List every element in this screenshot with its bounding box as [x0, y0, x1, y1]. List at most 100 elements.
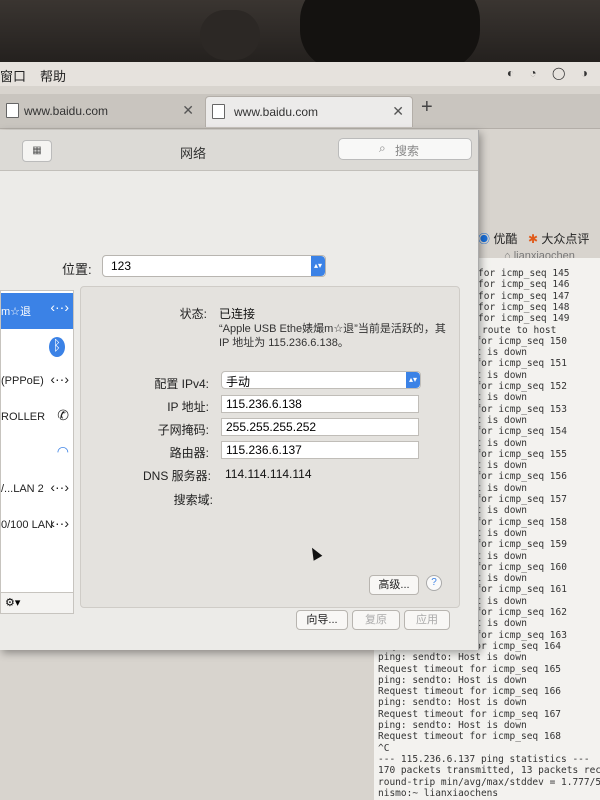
router-label: 路由器:: [169, 446, 209, 460]
menu-item-window[interactable]: 窗口: [0, 66, 26, 85]
terminal-line: t for icmp_seq 157: [464, 494, 567, 505]
terminal-line: t for icmp_seq 154: [464, 426, 567, 438]
service-label: m☆退: [1, 306, 32, 318]
search-domain-label: 搜索域:: [173, 493, 213, 507]
detail-panel: 状态: 已连接 “Apple USB Ethe婊熶m☆退”当前是活跃的，其 IP…: [80, 286, 460, 608]
revert-button[interactable]: 复原: [352, 610, 400, 630]
configure-label: 配置 IPv4:: [154, 377, 209, 391]
router-field[interactable]: 115.236.6.137: [221, 441, 419, 459]
new-tab-plus-icon[interactable]: +: [421, 96, 433, 119]
tab-label: www.baidu.com: [24, 104, 109, 118]
search-placeholder: 搜索: [395, 144, 420, 158]
terminal-line: Request timeout for icmp_seq 165: [378, 663, 562, 675]
status-description: “Apple USB Ethe婊熶m☆退”当前是活跃的，其 IP 地址为 115…: [219, 322, 449, 350]
advanced-button[interactable]: 高级...: [369, 575, 419, 595]
terminal-line: --- 115.236.6.137 ping statistics ---: [378, 753, 590, 765]
wifi-icon: ◠: [56, 443, 69, 459]
terminal-line: round-trip min/avg/max/stddev = 1.777/53…: [378, 776, 600, 788]
configure-select[interactable]: 手动 ▴▾: [221, 371, 421, 389]
bookmark-dazhong[interactable]: ✱ 大众点评: [528, 230, 589, 247]
subnet-label: 子网掩码:: [157, 423, 209, 437]
terminal-line: t for icmp_seq 163: [464, 629, 567, 641]
page-icon: [212, 104, 225, 119]
service-actions: ⚙▾: [0, 592, 74, 614]
terminal-line: t for icmp_seq 162: [464, 607, 567, 618]
status-label: 状态:: [179, 307, 207, 321]
terminal-line: t for icmp_seq 155: [464, 448, 567, 460]
gear-icon[interactable]: ⚙▾: [5, 596, 20, 609]
service-wifi[interactable]: ◠: [1, 437, 73, 473]
service-lan2[interactable]: /...LAN 2 ‹··›: [1, 473, 73, 509]
status-desc-line: “Apple USB Ethe婊熶m☆退”当前是活跃的，其: [219, 323, 446, 335]
ip-field[interactable]: 115.236.6.138: [221, 395, 419, 413]
terminal-line: ping: sendto: Host is down: [378, 674, 527, 686]
service-label: ROLLER: [1, 411, 46, 423]
network-preferences-window: ▦ 网络 ⌕ 搜索 位置: 123 ▴▾ m☆退 ‹··› ᛒ (PPPoE) …: [0, 130, 479, 650]
location-select[interactable]: 123 ▴▾: [102, 255, 326, 277]
status-icons: ◐ ◔ ◯ ◑: [506, 66, 594, 80]
dns-label: DNS 服务器:: [142, 469, 211, 483]
ethernet-arrows-icon: ‹··›: [50, 299, 69, 315]
dianping-icon: ✱: [528, 232, 539, 246]
terminal-line: Request timeout for icmp_seq 166: [378, 686, 562, 698]
chevron-updown-icon: ▴▾: [406, 372, 420, 388]
service-label: /...LAN 2: [1, 483, 44, 495]
service-lan[interactable]: 0/100 LAN ‹··›: [1, 509, 73, 545]
terminal-line: ping: sendto: Host is down: [378, 697, 527, 709]
terminal-line: for icmp_seq 149: [478, 313, 570, 325]
tab-baidu-2[interactable]: www.baidu.com ✕: [205, 96, 413, 127]
service-list: m☆退 ‹··› ᛒ (PPPoE) ‹··› ROLLER ✆ ◠ /...L…: [0, 290, 74, 596]
terminal-line: for icmp_seq 145: [478, 268, 570, 279]
bookmark-label: 大众点评: [541, 232, 590, 246]
menu-item-help[interactable]: 帮助: [40, 66, 66, 85]
search-field[interactable]: ⌕ 搜索: [338, 138, 472, 160]
service-pppoe[interactable]: (PPPoE) ‹··›: [1, 365, 73, 401]
ip-value: 115.236.6.138: [226, 397, 302, 411]
phone-icon: ✆: [57, 407, 69, 423]
close-icon[interactable]: ✕: [392, 103, 404, 120]
service-bluetooth[interactable]: ᛒ: [1, 329, 73, 365]
help-button[interactable]: ?: [426, 575, 442, 591]
subnet-field[interactable]: 255.255.255.252: [221, 418, 419, 436]
terminal-line: for icmp_seq 147: [478, 290, 570, 302]
dns-value: 114.114.114.114: [225, 467, 312, 481]
terminal-line: ping: sendto: Host is down: [378, 652, 527, 664]
show-all-grid-icon[interactable]: ▦: [22, 140, 52, 162]
page-icon: [6, 103, 19, 118]
subnet-value: 255.255.255.252: [226, 420, 317, 434]
status-value: 已连接: [219, 307, 256, 321]
terminal-line: Request timeout for icmp_seq 168: [378, 731, 562, 743]
terminal-line: t for icmp_seq 159: [464, 539, 567, 551]
service-controller[interactable]: ROLLER ✆: [1, 401, 73, 437]
status-desc-line: IP 地址为 115.236.6.138。: [219, 337, 349, 349]
service-label: (PPPoE): [1, 375, 44, 387]
terminal-line: t for icmp_seq 153: [464, 403, 567, 415]
window-toolbar: ▦ 网络 ⌕ 搜索: [0, 130, 478, 171]
tab-baidu-1[interactable]: www.baidu.com ✕: [0, 96, 202, 126]
menu-bar: 窗口 帮助 ◐ ◔ ◯ ◑: [0, 62, 600, 86]
tab-label: www.baidu.com: [234, 105, 319, 119]
configure-value: 手动: [226, 375, 251, 389]
ethernet-arrows-icon: ‹··›: [50, 515, 69, 531]
assist-button[interactable]: 向导...: [296, 610, 348, 630]
location-value: 123: [111, 259, 132, 273]
chevron-updown-icon: ▴▾: [311, 256, 325, 276]
apply-button[interactable]: 应用: [404, 610, 450, 630]
router-value: 115.236.6.137: [226, 443, 302, 457]
terminal-line: Request timeout for icmp_seq 167: [378, 708, 562, 720]
terminal-line: t for icmp_seq 150: [464, 335, 567, 347]
browser-tab-bar: www.baidu.com ✕ www.baidu.com ✕: [0, 94, 600, 129]
terminal-line: route to host: [482, 324, 557, 336]
search-icon: ⌕: [379, 141, 386, 155]
terminal-line: t for icmp_seq 151: [464, 358, 567, 370]
close-icon[interactable]: ✕: [182, 102, 194, 119]
location-label: 位置:: [62, 262, 92, 277]
terminal-line: t for icmp_seq 156: [464, 471, 567, 483]
terminal-line: t for icmp_seq 161: [464, 584, 567, 596]
youku-icon: ◉: [478, 232, 491, 246]
bluetooth-icon: ᛒ: [49, 337, 65, 357]
ethernet-arrows-icon: ‹··›: [50, 479, 69, 495]
service-usb-ethernet[interactable]: m☆退 ‹··›: [1, 293, 73, 329]
bookmark-youku[interactable]: ◉ 优酷: [478, 230, 517, 247]
terminal-line: for icmp_seq 148: [478, 301, 570, 313]
